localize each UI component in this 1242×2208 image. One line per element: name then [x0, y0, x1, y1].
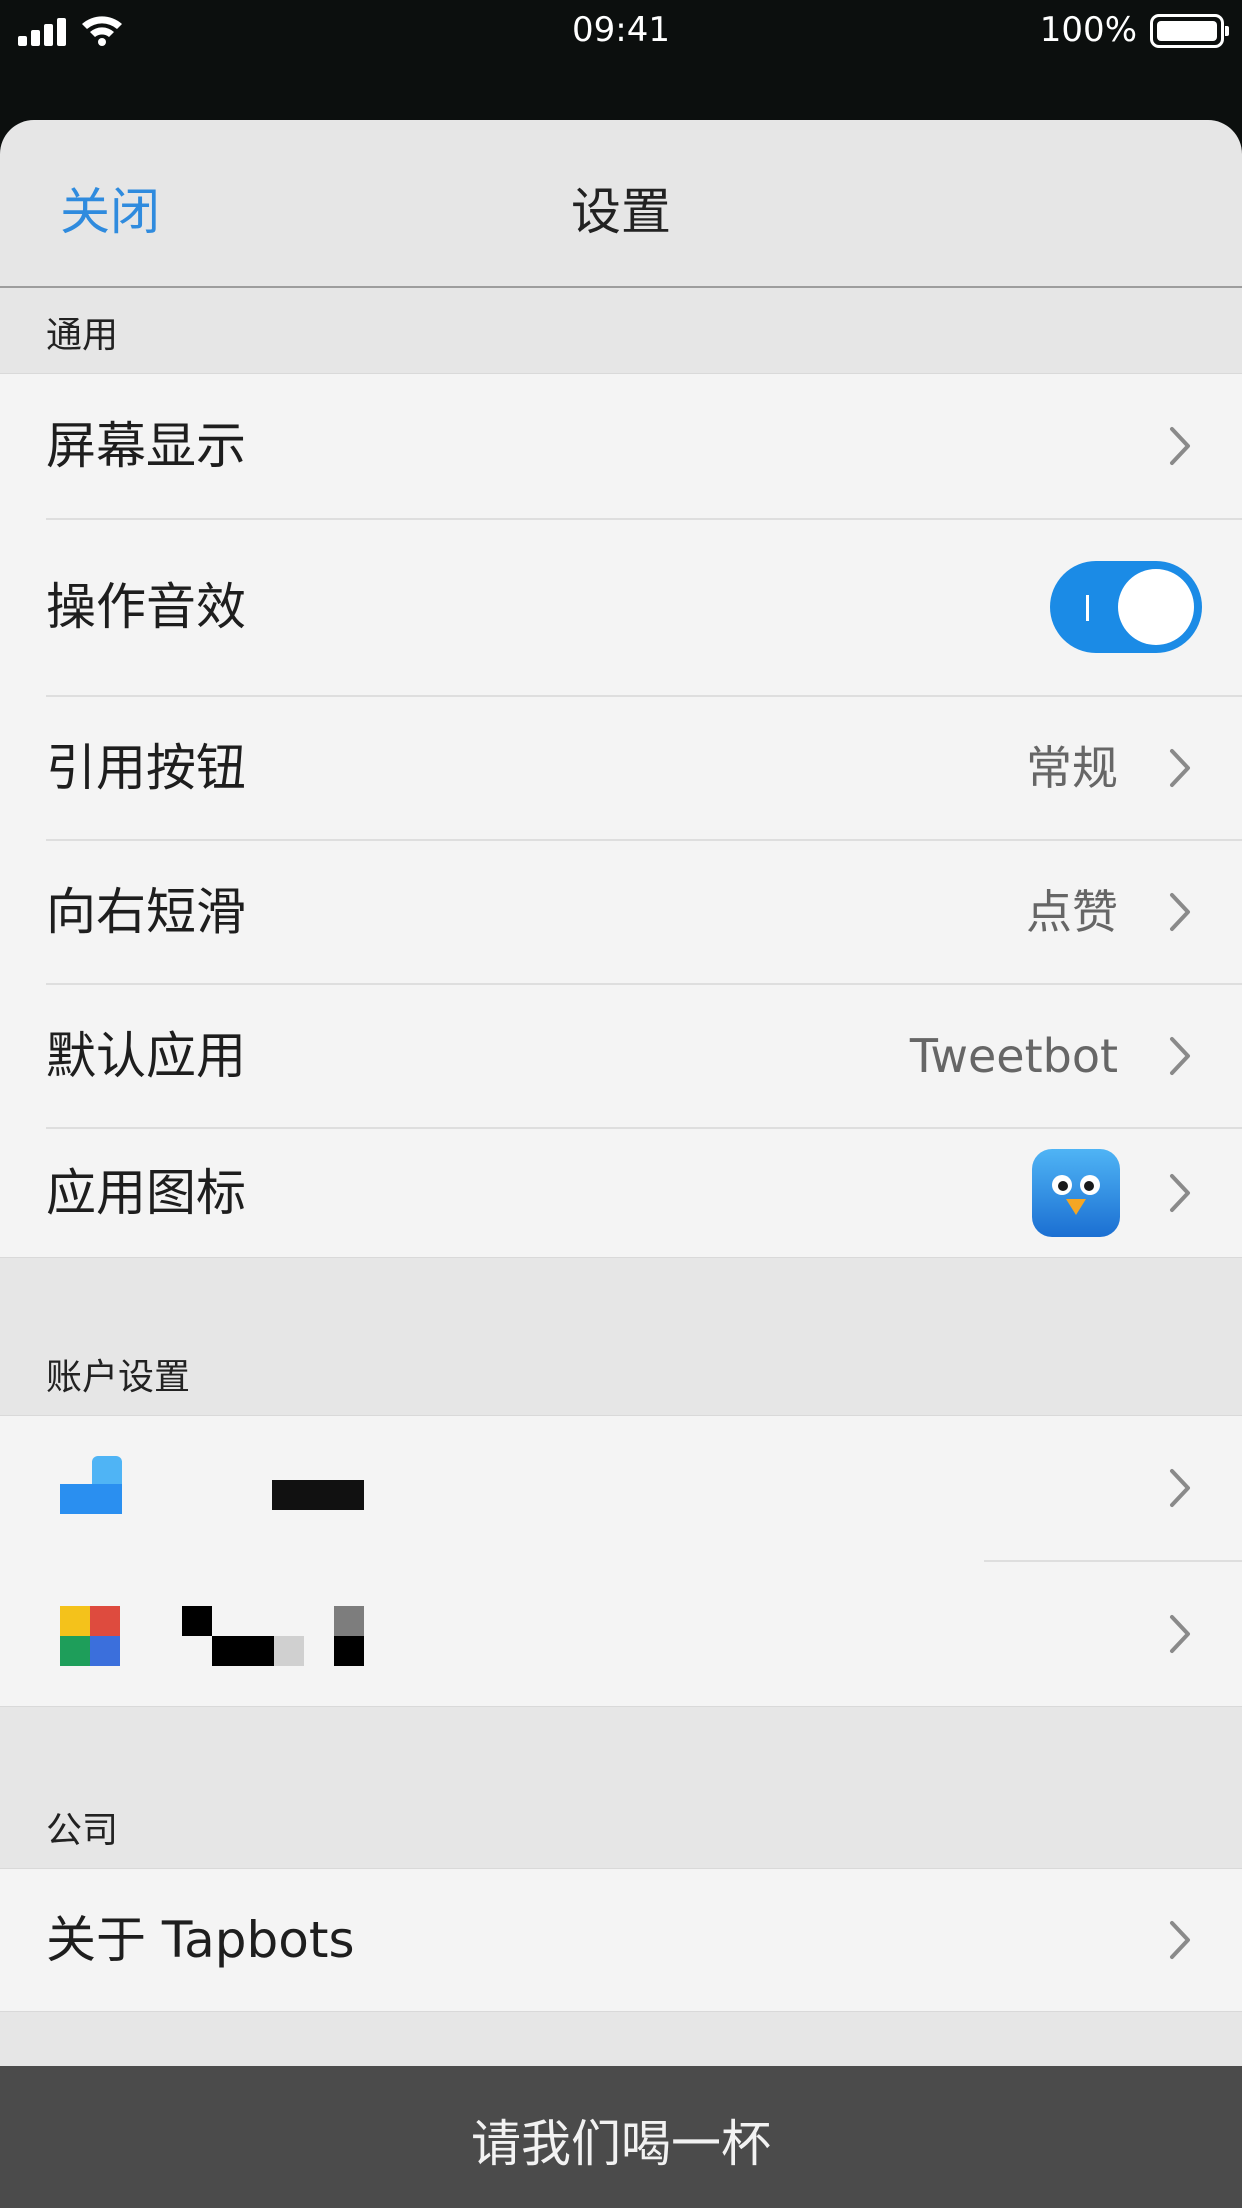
chevron-right-icon	[1170, 1469, 1190, 1507]
row-about-tapbots[interactable]: 关于 Tapbots	[0, 1869, 1242, 2011]
toggle-on-indicator	[1086, 595, 1089, 621]
chevron-right-icon	[1170, 749, 1190, 787]
page-title: 设置	[571, 183, 671, 241]
chevron-right-icon	[1170, 893, 1190, 931]
toggle-knob	[1118, 569, 1194, 645]
buy-us-a-drink-label: 请我们喝一杯	[471, 2115, 771, 2173]
account-avatar-icon-1	[60, 1456, 122, 1514]
redacted-account-name	[272, 1480, 364, 1510]
general-settings-group: 屏幕显示 操作音效 引用按钮 常规 向右短滑 点赞 默认应用 Tweetbot	[0, 373, 1242, 1258]
sound-effects-toggle[interactable]	[1050, 561, 1202, 653]
battery-percentage: 100%	[1039, 10, 1137, 50]
row-swipe-right[interactable]: 向右短滑 点赞	[0, 841, 1242, 983]
settings-sheet: 关闭 设置 通用 屏幕显示 操作音效 引用按钮 常规 向右短滑 点赞 默认应用 …	[0, 120, 1242, 2208]
row-label: 应用图标	[46, 1164, 246, 1222]
company-group: 关于 Tapbots	[0, 1868, 1242, 2012]
row-label: 默认应用	[46, 1027, 246, 1085]
chevron-right-icon	[1170, 1174, 1190, 1212]
row-display[interactable]: 屏幕显示	[0, 374, 1242, 518]
chevron-right-icon	[1170, 1037, 1190, 1075]
account-row[interactable]	[0, 1416, 1242, 1560]
buy-us-a-drink-button[interactable]: 请我们喝一杯	[0, 2066, 1242, 2208]
status-bar: 09:41 100%	[0, 0, 1242, 62]
chevron-right-icon	[1170, 1615, 1190, 1653]
row-value: 常规	[1026, 741, 1118, 795]
row-value: 点赞	[1026, 885, 1118, 939]
row-label: 引用按钮	[46, 739, 246, 797]
accounts-group	[0, 1415, 1242, 1707]
row-value: Tweetbot	[909, 1029, 1118, 1083]
account-avatar-icon-2	[60, 1606, 120, 1666]
navigation-bar: 关闭 设置	[0, 120, 1242, 288]
row-app-icon[interactable]: 应用图标	[0, 1129, 1242, 1257]
chevron-right-icon	[1170, 427, 1190, 465]
section-header-general: 通用	[46, 315, 119, 356]
battery-icon	[1150, 14, 1229, 48]
section-header-company: 公司	[46, 1810, 119, 1851]
row-label: 关于 Tapbots	[46, 1911, 355, 1969]
row-sound-effects: 操作音效	[0, 520, 1242, 695]
redacted-account-name	[182, 1606, 366, 1666]
chevron-right-icon	[1170, 1921, 1190, 1959]
row-default-app[interactable]: 默认应用 Tweetbot	[0, 985, 1242, 1127]
row-label: 向右短滑	[46, 883, 246, 941]
section-header-accounts: 账户设置	[46, 1357, 191, 1398]
row-label: 操作音效	[46, 578, 246, 636]
account-row[interactable]	[0, 1562, 1242, 1706]
row-label: 屏幕显示	[46, 417, 246, 475]
row-quote-button[interactable]: 引用按钮 常规	[0, 697, 1242, 839]
tweetbot-app-icon	[1032, 1149, 1120, 1237]
